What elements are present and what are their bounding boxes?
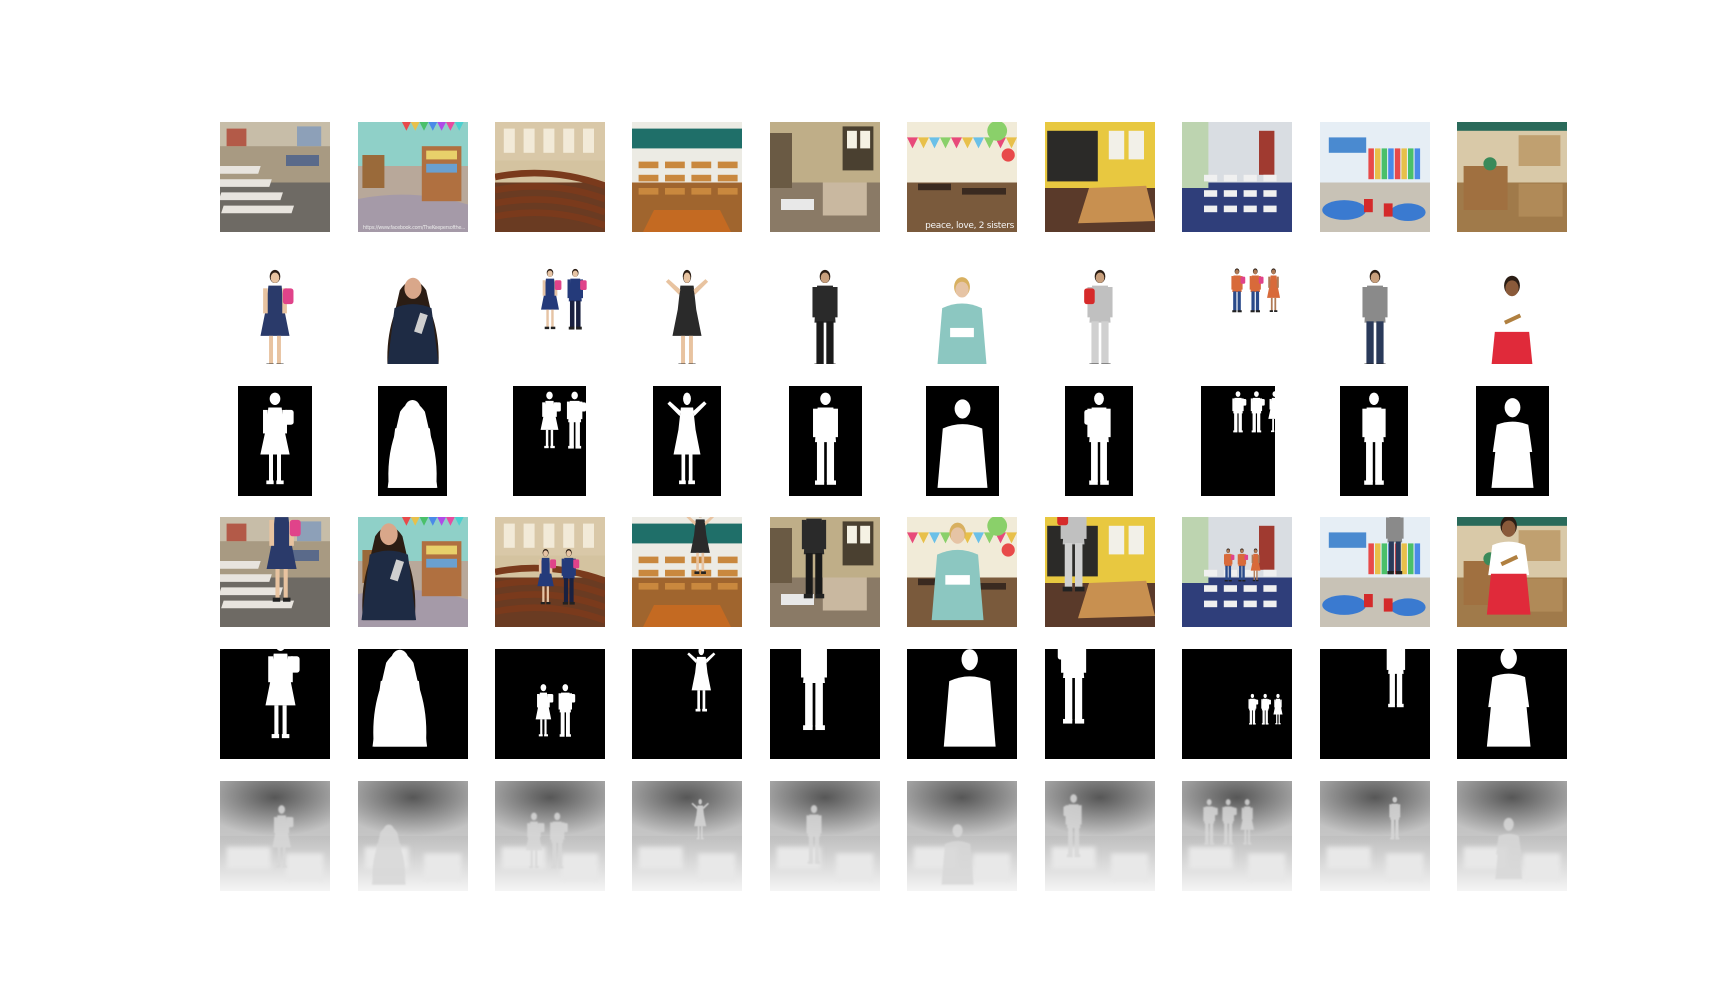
depth-map: [1457, 781, 1567, 891]
depth-map: [495, 781, 605, 891]
composite-mask: [632, 649, 742, 759]
background-image: [1045, 122, 1155, 232]
composite-mask: [1182, 649, 1292, 759]
composite-image: [907, 517, 1017, 627]
composite-mask: [907, 649, 1017, 759]
composite-image: [1320, 517, 1430, 627]
person-mask: [513, 386, 586, 496]
background-image: [220, 122, 330, 232]
background-image: [1182, 122, 1292, 232]
composite-mask: [358, 649, 468, 759]
person-cutout: [1457, 254, 1567, 364]
person-mask: [378, 386, 447, 496]
person-mask: [926, 386, 999, 496]
background-image: [495, 122, 605, 232]
person-mask: [1476, 386, 1549, 496]
person-mask: [789, 386, 862, 496]
person-mask: [1340, 386, 1408, 496]
person-cutout: [770, 254, 880, 364]
composite-image: [1457, 517, 1567, 627]
person-mask: [238, 386, 312, 496]
watermark-text: https://www.facebook.com/TheKeepersofthe…: [362, 225, 466, 231]
composite-image: [495, 517, 605, 627]
person-cutout: [907, 254, 1017, 364]
composite-image: [632, 517, 742, 627]
person-mask: [1201, 386, 1275, 496]
composite-image: [770, 517, 880, 627]
composite-image: [1182, 517, 1292, 627]
person-cutout: [220, 254, 330, 364]
composite-mask: [495, 649, 605, 759]
background-image: https://www.facebook.com/TheKeepersofthe…: [358, 122, 468, 232]
composite-mask: [770, 649, 880, 759]
depth-map: [770, 781, 880, 891]
image-grid-figure: https://www.facebook.com/TheKeepersofthe…: [0, 0, 1728, 1008]
composite-mask: [220, 649, 330, 759]
background-image: [770, 122, 880, 232]
background-image: [632, 122, 742, 232]
background-image: peace, love, 2 sisters: [907, 122, 1017, 232]
composite-image: [1045, 517, 1155, 627]
depth-map: [1045, 781, 1155, 891]
depth-map: [220, 781, 330, 891]
person-cutout: [1182, 254, 1292, 364]
composite-mask: [1320, 649, 1430, 759]
composite-image: [358, 517, 468, 627]
composite-mask: [1045, 649, 1155, 759]
person-mask: [1065, 386, 1133, 496]
depth-map: [1320, 781, 1430, 891]
person-mask: [653, 386, 721, 496]
depth-map: [632, 781, 742, 891]
person-cutout: [1320, 254, 1430, 364]
composite-image: [220, 517, 330, 627]
person-cutout: [1045, 254, 1155, 364]
watermark-text: peace, love, 2 sisters: [925, 221, 1014, 231]
person-cutout: [632, 254, 742, 364]
person-cutout: [358, 254, 468, 364]
composite-mask: [1457, 649, 1567, 759]
depth-map: [358, 781, 468, 891]
person-cutout: [495, 254, 605, 364]
depth-map: [1182, 781, 1292, 891]
background-image: [1320, 122, 1430, 232]
depth-map: [907, 781, 1017, 891]
background-image: [1457, 122, 1567, 232]
